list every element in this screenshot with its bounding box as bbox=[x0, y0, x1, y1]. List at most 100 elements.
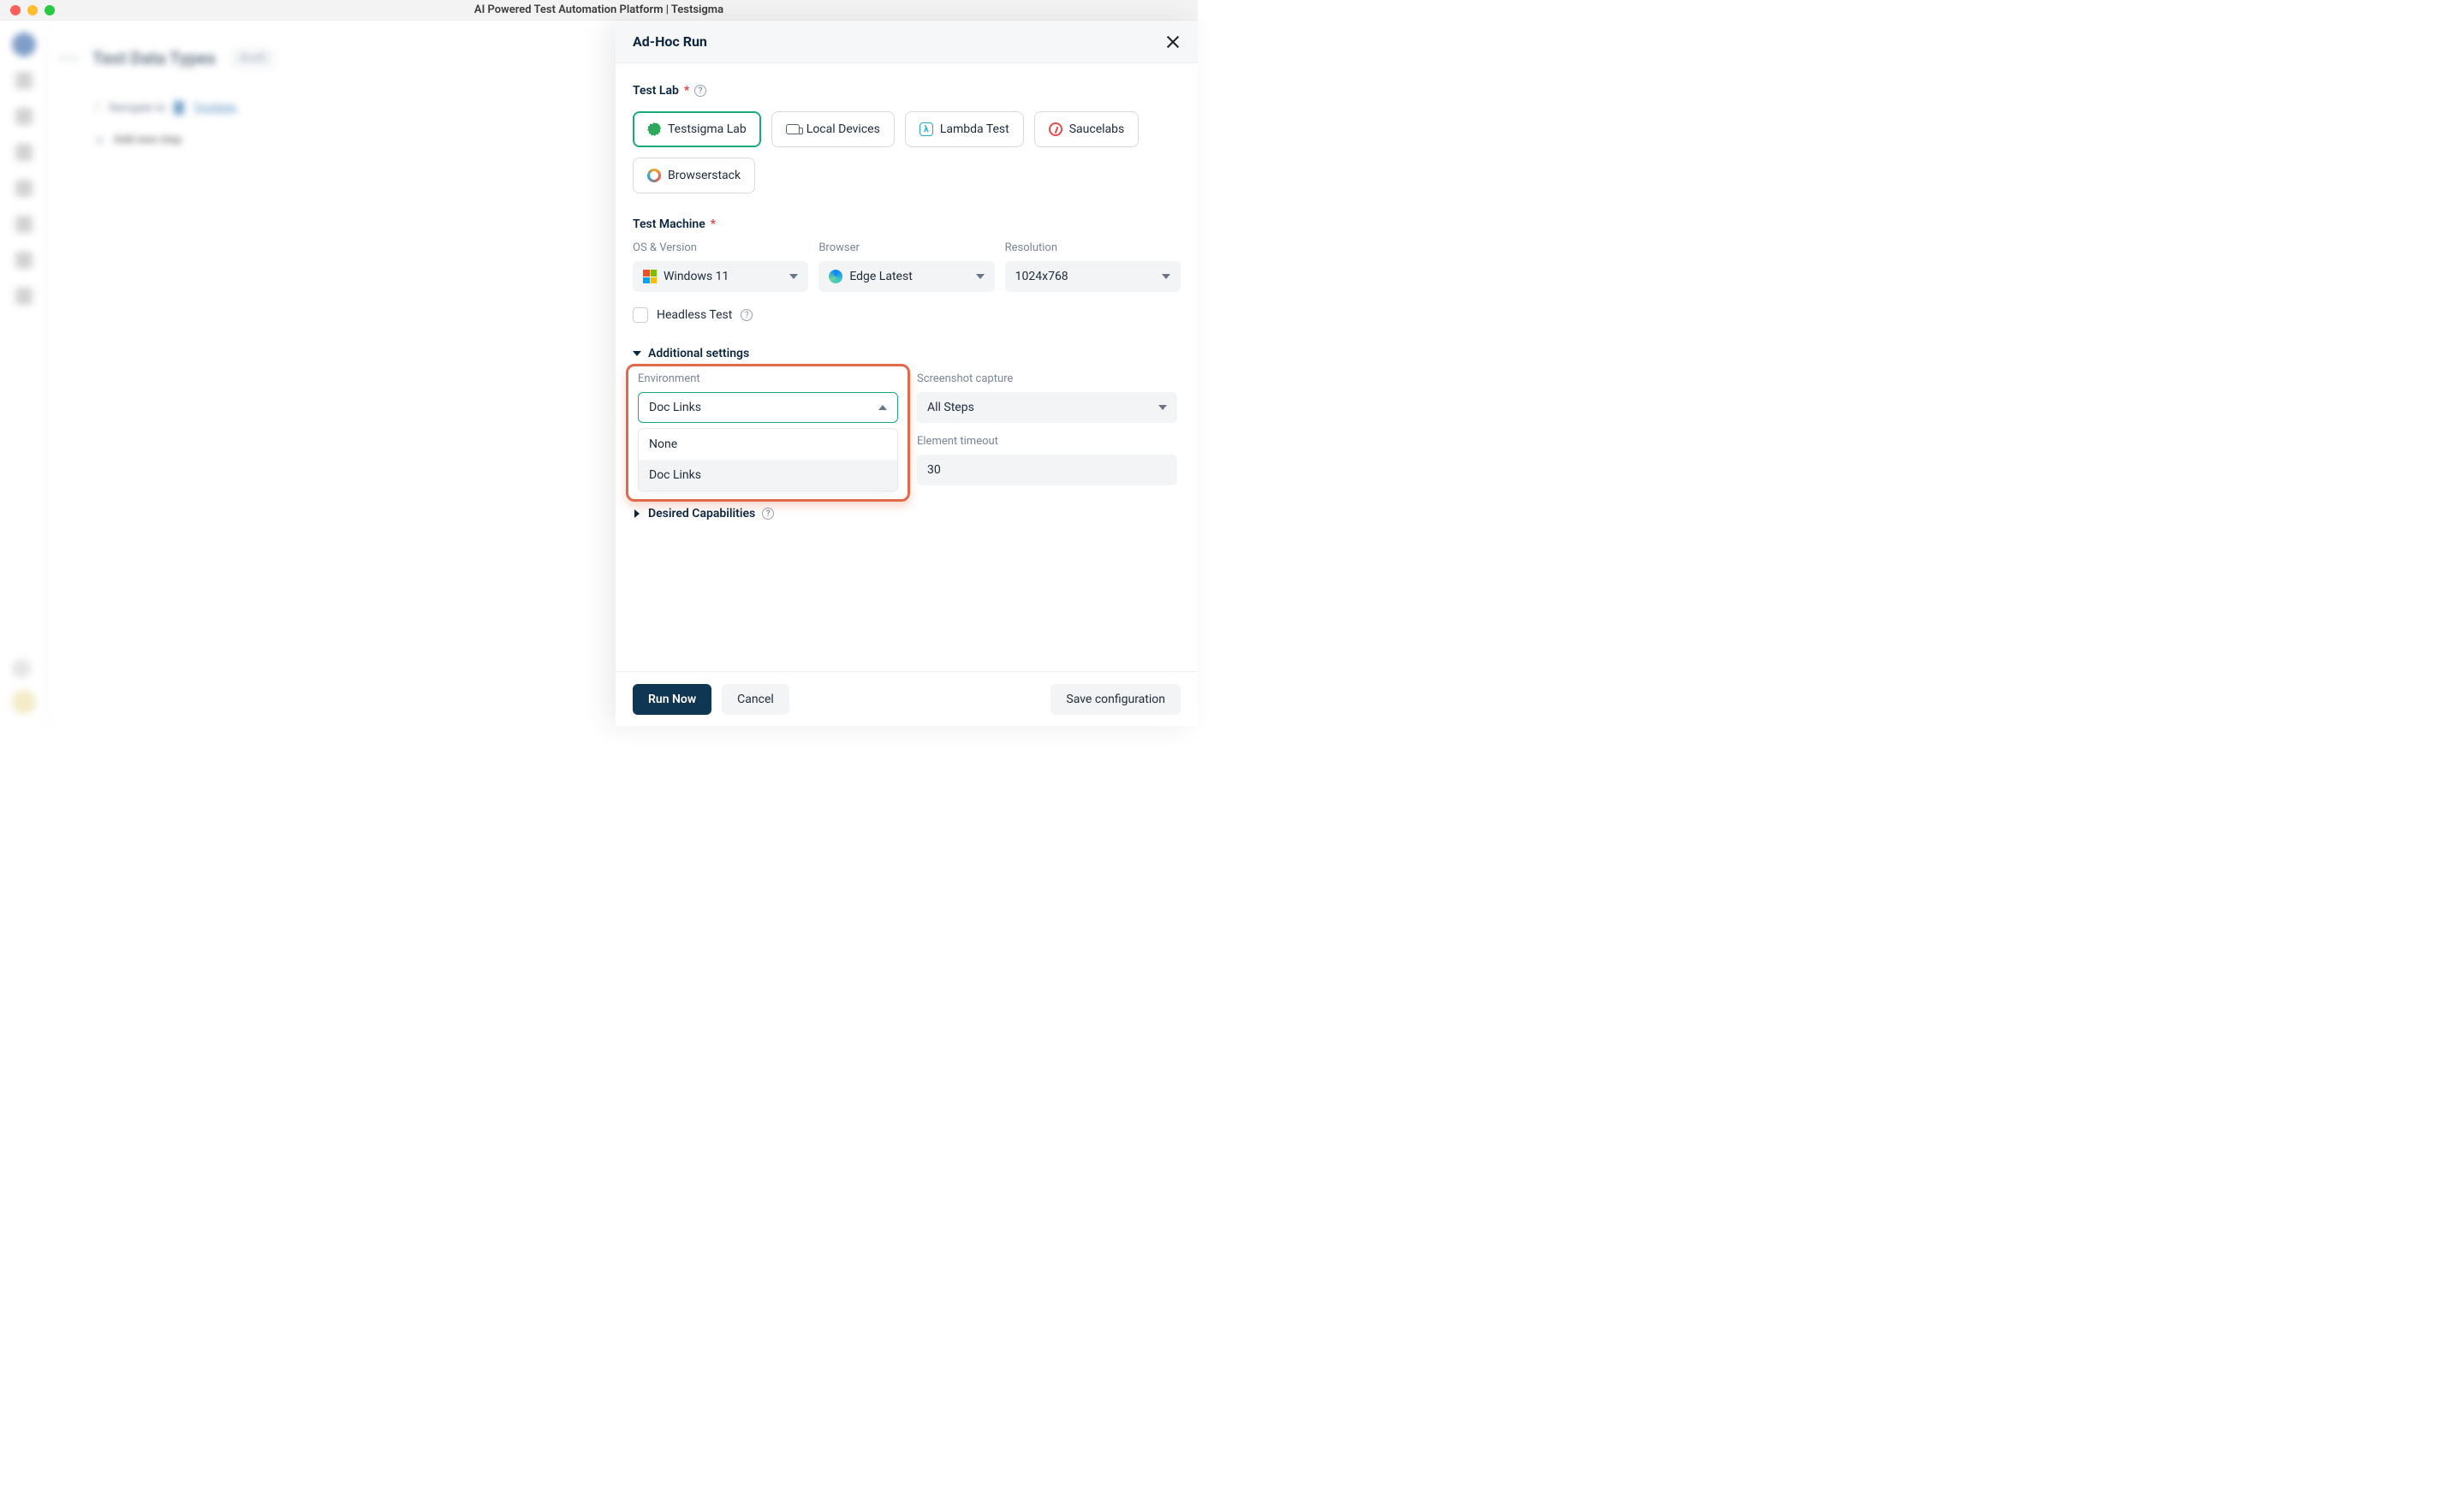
help-icon[interactable]: ? bbox=[762, 508, 774, 520]
page-header: Test Data Types Draft bbox=[60, 48, 275, 68]
testsigma-gear-icon bbox=[647, 122, 661, 136]
sidebar-nav-icon[interactable] bbox=[15, 144, 33, 161]
step-action-label: Navigate to bbox=[109, 102, 165, 115]
adhoc-run-panel: Ad-Hoc Run Test Lab * ? Testsigma Lab Lo… bbox=[616, 21, 1198, 726]
chevron-down-icon bbox=[976, 274, 985, 279]
chevron-up-icon bbox=[878, 405, 887, 410]
environment-option-doclinks[interactable]: Doc Links bbox=[639, 460, 897, 491]
sidebar-nav-icon[interactable] bbox=[15, 108, 33, 125]
panel-header: Ad-Hoc Run bbox=[616, 21, 1198, 63]
headless-checkbox[interactable] bbox=[633, 307, 648, 323]
os-label: OS & Version bbox=[633, 241, 808, 254]
required-indicator: * bbox=[684, 84, 689, 98]
page-title: Test Data Types bbox=[92, 48, 216, 68]
lab-option-testsigma[interactable]: Testsigma Lab bbox=[633, 111, 761, 147]
chevron-right-icon bbox=[634, 509, 640, 518]
sidebar-nav-icon[interactable] bbox=[15, 72, 33, 89]
headless-label: Headless Test bbox=[657, 308, 732, 322]
panel-title: Ad-Hoc Run bbox=[633, 33, 707, 50]
environment-select[interactable]: Doc Links bbox=[638, 392, 898, 423]
lab-option-browserstack[interactable]: Browserstack bbox=[633, 158, 755, 193]
devices-icon bbox=[786, 124, 800, 134]
help-icon[interactable]: ? bbox=[741, 309, 753, 321]
resolution-label: Resolution bbox=[1005, 241, 1181, 254]
sidebar-nav-icon[interactable] bbox=[15, 180, 33, 197]
breadcrumb-menu-icon[interactable] bbox=[60, 57, 77, 60]
lab-option-label: Local Devices bbox=[806, 122, 880, 136]
required-indicator: * bbox=[711, 217, 716, 231]
screenshot-value: All Steps bbox=[927, 401, 974, 414]
windows-icon bbox=[643, 270, 657, 283]
chevron-down-icon bbox=[1162, 274, 1170, 279]
saucelabs-icon bbox=[1049, 122, 1062, 136]
draft-badge: Draft bbox=[231, 49, 275, 68]
step-number: 1 bbox=[94, 102, 100, 115]
window-zoom-button[interactable] bbox=[45, 5, 55, 15]
screenshot-select[interactable]: All Steps bbox=[917, 392, 1177, 423]
add-step-row[interactable]: ＋ Add new step bbox=[94, 132, 182, 148]
environment-value: Doc Links bbox=[649, 401, 701, 414]
run-now-button[interactable]: Run Now bbox=[633, 684, 711, 715]
test-lab-label: Test Lab * ? bbox=[633, 84, 1181, 98]
test-step-row: 1 Navigate to Testdata bbox=[94, 101, 236, 115]
browser-value: Edge Latest bbox=[849, 270, 912, 283]
sidebar-user-avatar[interactable] bbox=[12, 690, 36, 714]
cancel-button[interactable]: Cancel bbox=[722, 684, 789, 715]
environment-dropdown: None Doc Links bbox=[638, 428, 898, 491]
chevron-down-icon bbox=[633, 351, 641, 356]
additional-settings-grid: Environment Doc Links None Doc Links Scr… bbox=[633, 372, 1181, 491]
element-timeout-input[interactable]: 30 bbox=[917, 455, 1177, 485]
sidebar-nav bbox=[0, 72, 47, 305]
edge-icon bbox=[829, 270, 842, 283]
sidebar-nav-icon[interactable] bbox=[15, 216, 33, 233]
lab-option-label: Lambda Test bbox=[940, 122, 1009, 136]
traffic-lights bbox=[10, 5, 55, 15]
element-timeout-value: 30 bbox=[927, 463, 941, 477]
lab-option-label: Saucelabs bbox=[1069, 122, 1125, 136]
save-configuration-button[interactable]: Save configuration bbox=[1050, 684, 1181, 715]
close-icon[interactable] bbox=[1165, 34, 1181, 50]
lab-option-label: Browserstack bbox=[668, 169, 741, 182]
app-sidebar bbox=[0, 21, 48, 726]
browser-select[interactable]: Edge Latest bbox=[818, 261, 994, 292]
lambdatest-icon bbox=[920, 122, 933, 136]
plus-icon: ＋ bbox=[94, 132, 105, 148]
sidebar-nav-icon[interactable] bbox=[15, 288, 33, 305]
panel-footer: Run Now Cancel Save configuration bbox=[616, 671, 1198, 726]
environment-label: Environment bbox=[638, 372, 898, 385]
window-title: AI Powered Test Automation Platform | Te… bbox=[0, 3, 1198, 16]
test-machine-row: OS & Version Windows 11 Browser Edge Lat… bbox=[633, 241, 1181, 292]
resolution-value: 1024x768 bbox=[1015, 270, 1068, 283]
document-icon bbox=[174, 101, 184, 115]
add-step-label: Add new step bbox=[114, 134, 182, 146]
sidebar-nav-icon[interactable] bbox=[15, 252, 33, 269]
os-select[interactable]: Windows 11 bbox=[633, 261, 808, 292]
screenshot-column: Screenshot capture All Steps Element tim… bbox=[917, 372, 1177, 491]
browserstack-icon bbox=[647, 169, 661, 182]
window-close-button[interactable] bbox=[10, 5, 21, 15]
lab-option-saucelabs[interactable]: Saucelabs bbox=[1034, 111, 1140, 147]
resolution-select[interactable]: 1024x768 bbox=[1005, 261, 1181, 292]
step-testdata-link[interactable]: Testdata bbox=[193, 102, 236, 115]
workspace-avatar[interactable] bbox=[12, 33, 36, 57]
os-value: Windows 11 bbox=[664, 270, 729, 283]
headless-row: Headless Test ? bbox=[633, 307, 1181, 323]
browser-label: Browser bbox=[818, 241, 994, 254]
chevron-down-icon bbox=[789, 274, 798, 279]
test-lab-options: Testsigma Lab Local Devices Lambda Test … bbox=[633, 111, 1181, 193]
lab-option-local-devices[interactable]: Local Devices bbox=[771, 111, 895, 147]
element-timeout-label: Element timeout bbox=[917, 435, 1177, 448]
screenshot-label: Screenshot capture bbox=[917, 372, 1177, 385]
lab-option-lambdatest[interactable]: Lambda Test bbox=[905, 111, 1024, 147]
sidebar-settings-icon[interactable] bbox=[12, 659, 31, 678]
mac-titlebar: AI Powered Test Automation Platform | Te… bbox=[0, 0, 1198, 21]
help-icon[interactable]: ? bbox=[694, 85, 706, 97]
window-minimize-button[interactable] bbox=[27, 5, 38, 15]
lab-option-label: Testsigma Lab bbox=[668, 122, 747, 136]
environment-column: Environment Doc Links None Doc Links bbox=[638, 372, 898, 491]
additional-settings-toggle[interactable]: Additional settings bbox=[633, 347, 1181, 360]
panel-body: Test Lab * ? Testsigma Lab Local Devices… bbox=[616, 63, 1198, 726]
desired-capabilities-toggle[interactable]: Desired Capabilities ? bbox=[633, 507, 1181, 520]
chevron-down-icon bbox=[1158, 405, 1167, 410]
environment-option-none[interactable]: None bbox=[639, 429, 897, 460]
